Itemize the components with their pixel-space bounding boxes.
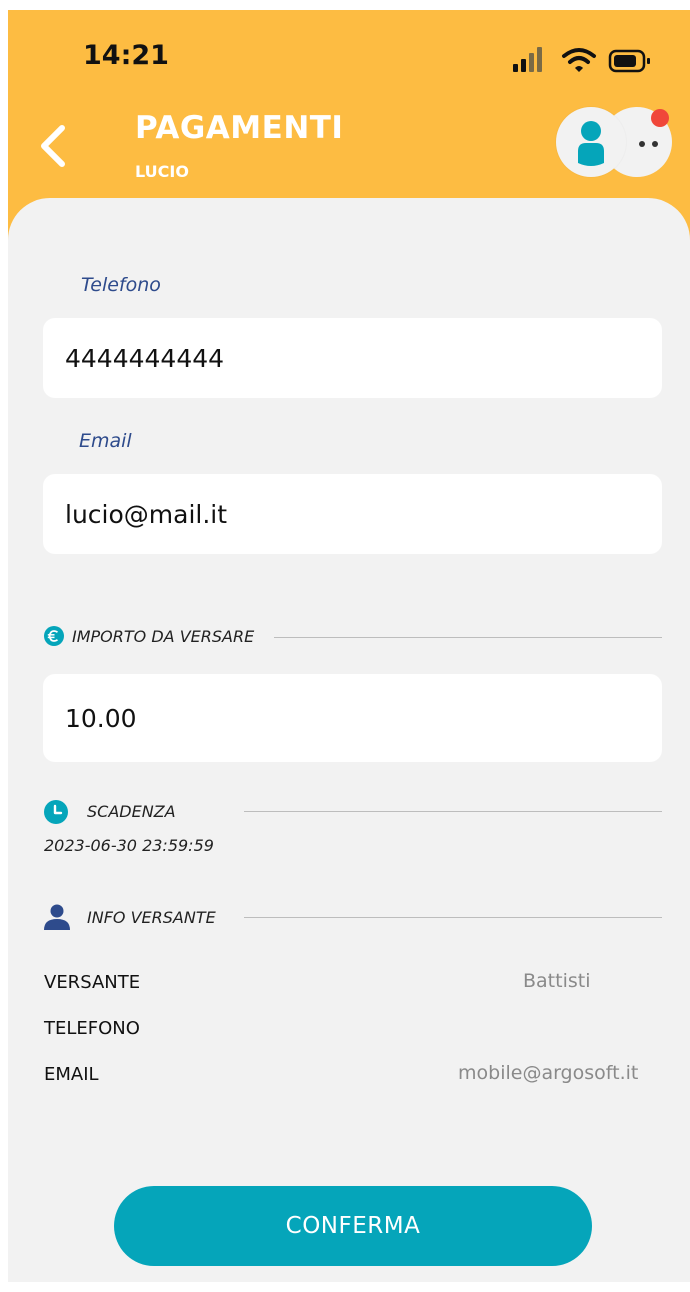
person-icon <box>44 904 70 930</box>
more-icon-dot <box>652 141 658 147</box>
content-panel: Telefono 4444444444 Email lucio@mail.it … <box>8 198 690 1282</box>
deadline-section-label: SCADENZA <box>87 802 176 821</box>
wifi-icon <box>562 48 596 72</box>
confirm-button[interactable]: CONFERMA <box>114 1186 592 1266</box>
amount-section-label: IMPORTO DA VERSARE <box>72 627 255 646</box>
status-time: 14:21 <box>83 40 169 71</box>
deadline-divider <box>244 811 662 812</box>
signal-icon <box>513 47 542 72</box>
avatar-button[interactable] <box>556 107 626 177</box>
clock-icon <box>44 800 68 824</box>
payer-name-value: Battisti <box>523 970 591 992</box>
payer-email-value: mobile@argosoft.it <box>458 1062 639 1084</box>
battery-icon <box>608 49 650 73</box>
page-title: PAGAMENTI <box>135 110 344 146</box>
email-label: Email <box>79 430 132 452</box>
phone-label: Telefono <box>81 274 161 296</box>
payer-info-divider <box>244 917 662 918</box>
email-input[interactable]: lucio@mail.it <box>43 474 662 554</box>
app-screen: 14:21 PAGAMENTI LUCIO Telefono 444444444… <box>8 10 690 1282</box>
user-icon <box>578 121 604 166</box>
euro-icon <box>44 626 64 646</box>
more-icon <box>639 141 645 147</box>
notification-badge <box>651 109 669 127</box>
status-icons <box>513 47 650 73</box>
amount-divider <box>274 637 662 638</box>
back-chevron-icon[interactable] <box>34 120 74 172</box>
payer-name-key: VERSANTE <box>44 972 141 993</box>
payer-email-key: EMAIL <box>44 1064 99 1085</box>
amount-input[interactable]: 10.00 <box>43 674 662 762</box>
deadline-value: 2023-06-30 23:59:59 <box>44 836 214 855</box>
payer-phone-key: TELEFONO <box>44 1018 140 1039</box>
page-subtitle: LUCIO <box>135 162 189 181</box>
payer-info-section-label: INFO VERSANTE <box>87 908 216 927</box>
phone-input[interactable]: 4444444444 <box>43 318 662 398</box>
